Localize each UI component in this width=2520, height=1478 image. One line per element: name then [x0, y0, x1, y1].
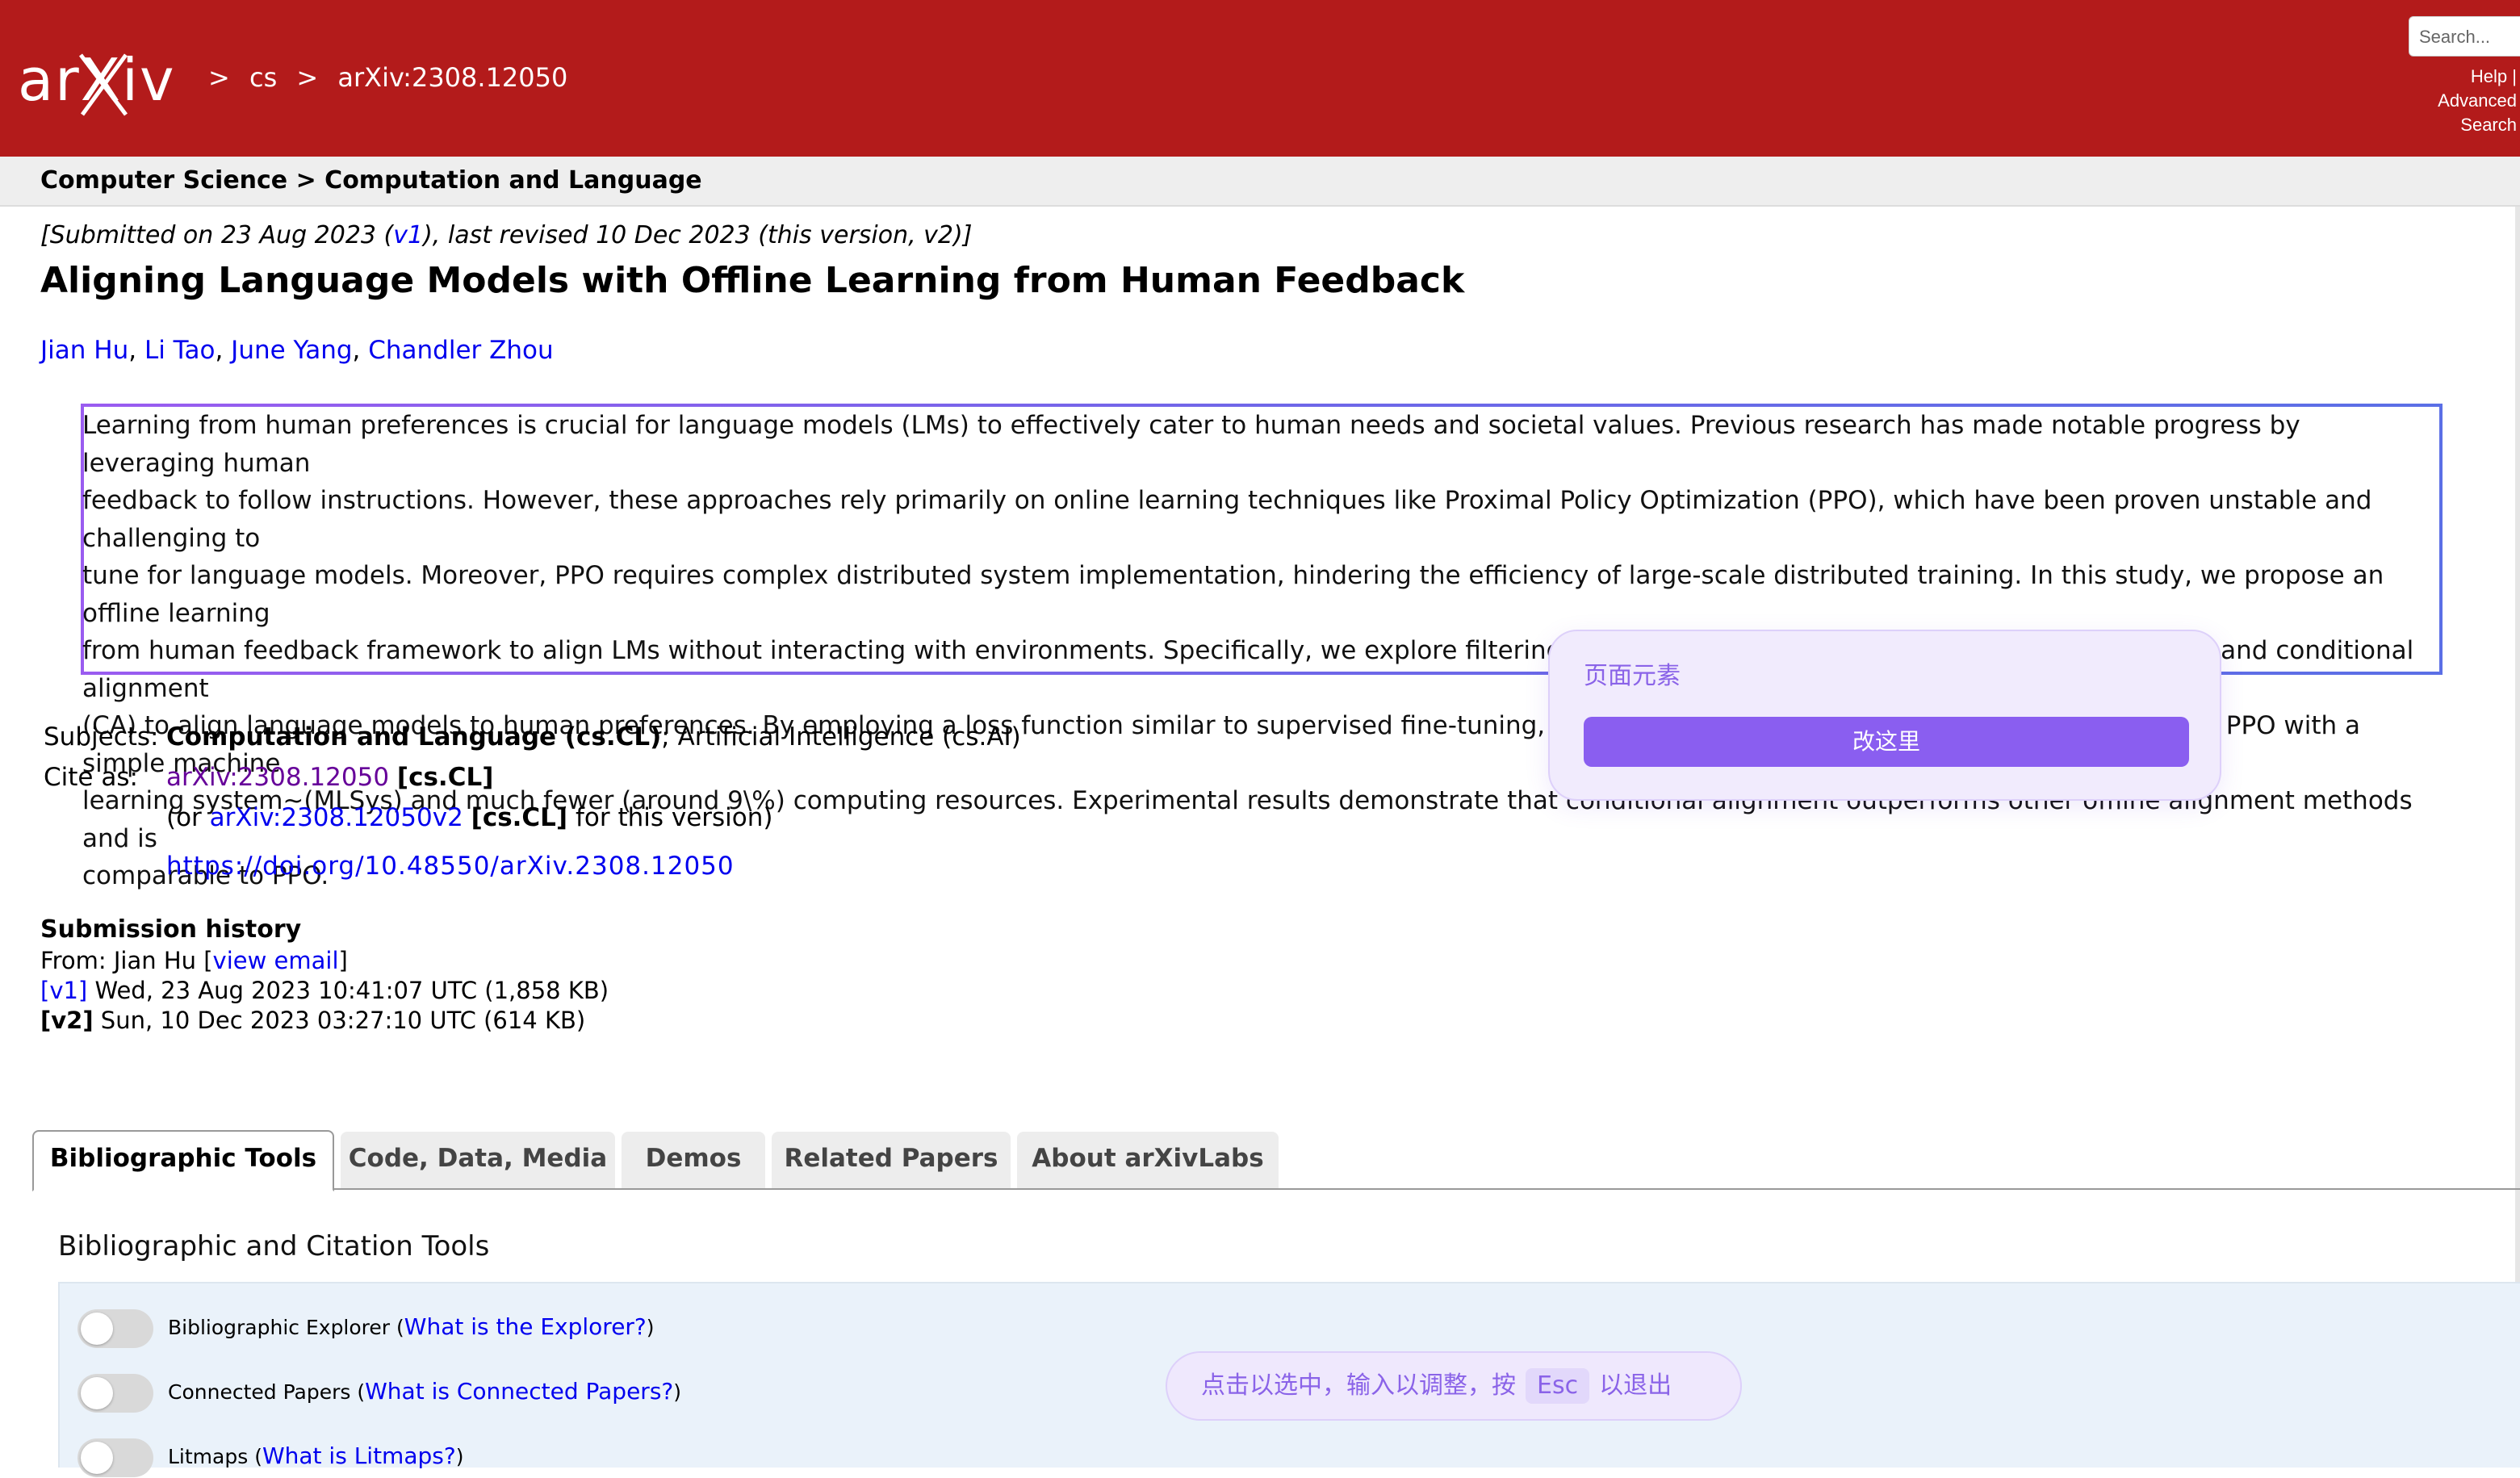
litmaps-toggle[interactable]	[77, 1438, 153, 1477]
tab-bibliographic-tools[interactable]: Bibliographic Tools	[32, 1130, 334, 1191]
toggle-knob	[81, 1313, 113, 1345]
subjects-value: Computation and Language (cs.CL); Artifi…	[166, 717, 1021, 757]
abstract-line: feedback to follow instructions. However…	[82, 486, 2372, 553]
cite-v2-link[interactable]: arXiv:2308.12050v2	[210, 803, 463, 832]
doi-link[interactable]: https://doi.org/10.48550/arXiv.2308.1205…	[166, 846, 735, 886]
connected-papers-toggle[interactable]	[77, 1374, 153, 1413]
hint-text: 以退出	[1599, 1371, 1672, 1400]
tool-name: Connected Papers	[168, 1380, 351, 1404]
esc-key: Esc	[1526, 1368, 1590, 1404]
tool-name: Litmaps	[168, 1445, 249, 1468]
hint-text: 点击以选中，输入以调整，按	[1201, 1371, 1516, 1400]
toggle-knob	[81, 1442, 113, 1474]
author-link[interactable]: Chandler Zhou	[368, 336, 553, 365]
dateline-text: [Submitted on 23 Aug 2023 (	[40, 221, 394, 249]
tab-code-data-media[interactable]: Code, Data, Media	[341, 1132, 615, 1188]
tab-demos[interactable]: Demos	[622, 1132, 765, 1188]
help-links: Help | Advanced Search	[2375, 65, 2520, 137]
paper-title: Aligning Language Models with Offline Le…	[40, 260, 1465, 301]
submission-dateline: [Submitted on 23 Aug 2023 (v1), last rev…	[40, 220, 972, 252]
breadcrumb-cs[interactable]: cs	[249, 62, 277, 93]
v2-tag: [v2]	[40, 1007, 94, 1034]
primary-subject: Computation and Language (cs.CL)	[166, 722, 662, 752]
breadcrumb-paper-id: arXiv:2308.12050	[337, 62, 568, 93]
author-list: Jian Hu, Li Tao, June Yang, Chandler Zho…	[40, 336, 554, 365]
cite-v2-tail: for this version)	[567, 803, 773, 832]
v1-link[interactable]: v1	[393, 221, 423, 249]
v1-details: Wed, 23 Aug 2023 10:41:07 UTC (1,858 KB)	[87, 977, 609, 1004]
what-is-explorer-link[interactable]: What is the Explorer?	[404, 1313, 647, 1340]
hint-bar: 点击以选中，输入以调整，按 Esc 以退出	[1166, 1351, 1742, 1421]
cite-id-link[interactable]: arXiv:2308.12050	[166, 763, 389, 792]
cite-value: arXiv:2308.12050 [cs.CL]	[166, 757, 493, 798]
tool-row-explorer: Bibliographic Explorer (What is the Expl…	[77, 1306, 655, 1348]
breadcrumb: > cs > arXiv:2308.12050	[208, 60, 579, 95]
history-v1: [v1] Wed, 23 Aug 2023 10:41:07 UTC (1,85…	[40, 976, 609, 1006]
what-is-connected-papers-link[interactable]: What is Connected Papers?	[365, 1378, 673, 1405]
subjects-label: Subjects:	[44, 722, 159, 752]
abstract-line: Learning from human preferences is cruci…	[82, 411, 2300, 478]
author-link[interactable]: Jian Hu	[40, 336, 128, 365]
paren: )	[673, 1380, 682, 1404]
tools-section-title: Bibliographic and Citation Tools	[58, 1230, 490, 1262]
submission-history: Submission history From: Jian Hu [view e…	[40, 914, 609, 1036]
author-link[interactable]: June Yang	[231, 336, 352, 365]
scrollbar[interactable]	[2515, 207, 2520, 1468]
advanced-link[interactable]: Advanced	[2375, 89, 2517, 113]
breadcrumb-separator: >	[296, 62, 319, 93]
tool-row-connected-papers: Connected Papers (What is Connected Pape…	[77, 1371, 681, 1413]
logo-text: arXiv	[18, 46, 176, 114]
cite-version-value: (or arXiv:2308.12050v2 [cs.CL] for this …	[166, 798, 773, 838]
paren: (	[350, 1380, 366, 1404]
arxiv-logo[interactable]: arXiv	[18, 40, 203, 121]
history-title: Submission history	[40, 915, 302, 944]
dateline-text: ), last revised 10 Dec 2023 (this versio…	[423, 221, 973, 249]
cite-label: Cite as:	[44, 763, 138, 792]
edit-here-button[interactable]: 改这里	[1584, 717, 2189, 767]
from-text: ]	[338, 947, 348, 974]
advanced-search-link[interactable]: Search	[2375, 113, 2517, 137]
history-v2: [v2] Sun, 10 Dec 2023 03:27:10 UTC (614 …	[40, 1006, 609, 1036]
tab-related-papers[interactable]: Related Papers	[772, 1132, 1011, 1188]
cite-or-text: (or	[166, 803, 210, 832]
breadcrumb-separator: >	[208, 62, 230, 93]
author-link[interactable]: Li Tao	[144, 336, 216, 365]
tool-name: Bibliographic Explorer	[168, 1316, 391, 1339]
element-popup: 页面元素 改这里	[1548, 630, 2221, 801]
paren: (	[248, 1445, 262, 1468]
secondary-subjects: ; Artificial Intelligence (cs.AI)	[661, 722, 1021, 752]
view-email-link[interactable]: view email	[213, 947, 339, 974]
cite-category: [cs.CL]	[396, 763, 494, 792]
paren: (	[390, 1316, 404, 1339]
explorer-toggle[interactable]	[77, 1309, 153, 1348]
v1-version-link[interactable]: [v1]	[40, 977, 87, 1004]
toggle-knob	[81, 1377, 113, 1409]
history-from: From: Jian Hu [view email]	[40, 946, 609, 976]
what-is-litmaps-link[interactable]: What is Litmaps?	[262, 1442, 456, 1469]
popup-label: 页面元素	[1584, 662, 1681, 690]
search-input[interactable]: Search...	[2409, 16, 2520, 57]
labs-tabs: Bibliographic Tools Code, Data, Media De…	[32, 1130, 2520, 1191]
site-header: arXiv > cs > arXiv:2308.12050 Search... …	[0, 0, 2520, 157]
from-text: From: Jian Hu [	[40, 947, 213, 974]
tab-about-arxivlabs[interactable]: About arXivLabs	[1017, 1132, 1279, 1188]
v2-details: Sun, 10 Dec 2023 03:27:10 UTC (614 KB)	[93, 1007, 586, 1034]
paren: )	[455, 1445, 464, 1468]
paren: )	[646, 1316, 655, 1339]
cite-v2-category: [cs.CL]	[471, 803, 568, 832]
help-link[interactable]: Help |	[2375, 65, 2517, 89]
abstract-line: tune for language models. Moreover, PPO …	[82, 561, 2384, 628]
tool-row-litmaps: Litmaps (What is Litmaps?)	[77, 1435, 463, 1477]
subject-breadcrumb: Computer Science > Computation and Langu…	[0, 157, 2520, 207]
